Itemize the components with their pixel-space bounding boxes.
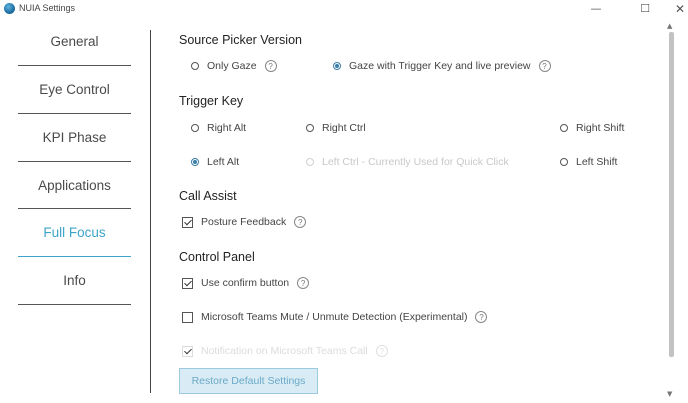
option-label: Posture Feedback — [201, 216, 287, 228]
source-picker-title: Source Picker Version — [179, 33, 302, 47]
option-label: Right Ctrl — [322, 122, 366, 134]
sidebar-separator — [150, 30, 151, 393]
option-label: Right Shift — [576, 122, 625, 134]
option-label: Microsoft Teams Mute / Unmute Detection … — [201, 311, 468, 323]
option-label: Notification on Microsoft Teams Call — [201, 345, 368, 357]
option-label: Left Alt — [207, 156, 240, 168]
scrollbar-thumb[interactable] — [669, 32, 674, 357]
checkbox-teams-mute-detection[interactable] — [182, 311, 193, 323]
sidebar-item-general[interactable]: General — [18, 18, 131, 65]
checkbox-posture-feedback[interactable] — [182, 216, 193, 228]
option-right-ctrl[interactable]: Right Ctrl — [306, 122, 366, 134]
sidebar-item-full-focus[interactable]: Full Focus — [18, 209, 131, 256]
checkbox-use-confirm-button[interactable] — [182, 277, 193, 289]
option-left-alt[interactable]: Left Alt — [191, 156, 239, 168]
radio-only-gaze[interactable] — [191, 62, 199, 70]
option-use-confirm-button[interactable]: Use confirm button ? — [182, 277, 310, 289]
help-icon[interactable]: ? — [375, 345, 388, 357]
help-icon[interactable]: ? — [538, 60, 551, 72]
trigger-key-title: Trigger Key — [179, 94, 244, 108]
option-teams-mute-detection[interactable]: Microsoft Teams Mute / Unmute Detection … — [182, 311, 488, 323]
radio-gaze-trigger-preview[interactable] — [333, 62, 341, 70]
sidebar-item-kpi-phase[interactable]: KPI Phase — [18, 114, 131, 161]
app-logo-icon — [4, 3, 15, 14]
option-gaze-trigger-preview[interactable]: Gaze with Trigger Key and live preview ? — [333, 60, 551, 72]
radio-right-ctrl[interactable] — [306, 124, 314, 132]
window-title: NUIA Settings — [19, 3, 76, 13]
option-right-shift[interactable]: Right Shift — [560, 122, 624, 134]
option-label: Use confirm button — [201, 277, 290, 289]
help-icon[interactable]: ? — [475, 311, 488, 323]
radio-left-ctrl — [306, 158, 314, 166]
option-label: Right Alt — [207, 122, 247, 134]
option-right-alt[interactable]: Right Alt — [191, 122, 246, 134]
option-posture-feedback[interactable]: Posture Feedback ? — [182, 216, 307, 228]
help-icon[interactable]: ? — [297, 277, 310, 289]
restore-default-settings-button[interactable]: Restore Default Settings — [179, 368, 318, 394]
option-teams-call-notification[interactable]: Notification on Microsoft Teams Call ? — [182, 345, 388, 357]
maximize-button[interactable]: ☐ — [630, 1, 660, 17]
title-bar: NUIA Settings — ☐ ✕ — [0, 0, 688, 18]
radio-right-alt[interactable] — [191, 124, 199, 132]
minimize-button[interactable]: — — [581, 1, 611, 17]
help-icon[interactable]: ? — [264, 60, 277, 72]
radio-left-alt[interactable] — [191, 158, 199, 166]
option-label: Only Gaze — [207, 60, 257, 72]
option-label: Gaze with Trigger Key and live preview — [349, 60, 531, 72]
option-label: Left Ctrl - Currently Used for Quick Cli… — [322, 156, 509, 168]
checkbox-teams-call-notification[interactable] — [182, 345, 193, 357]
scroll-down-arrow-icon[interactable]: ▼ — [667, 390, 672, 398]
option-left-ctrl-disabled: Left Ctrl - Currently Used for Quick Cli… — [306, 156, 509, 168]
option-left-shift[interactable]: Left Shift — [560, 156, 617, 168]
sidebar-item-info[interactable]: Info — [18, 257, 131, 304]
sidebar: General Eye Control KPI Phase Applicatio… — [0, 18, 150, 403]
radio-right-shift[interactable] — [560, 124, 568, 132]
scroll-up-arrow-icon[interactable]: ▲ — [667, 22, 672, 30]
option-label: Left Shift — [576, 156, 618, 168]
help-icon[interactable]: ? — [294, 216, 307, 228]
settings-content: Source Picker Version Only Gaze ? Gaze w… — [179, 18, 669, 403]
control-panel-title: Control Panel — [179, 250, 255, 264]
option-only-gaze[interactable]: Only Gaze ? — [191, 60, 277, 72]
close-button[interactable]: ✕ — [665, 1, 688, 17]
sidebar-item-eye-control[interactable]: Eye Control — [18, 66, 131, 113]
radio-left-shift[interactable] — [560, 158, 568, 166]
sidebar-divider — [18, 304, 131, 305]
sidebar-item-applications[interactable]: Applications — [18, 162, 131, 209]
call-assist-title: Call Assist — [179, 189, 237, 203]
